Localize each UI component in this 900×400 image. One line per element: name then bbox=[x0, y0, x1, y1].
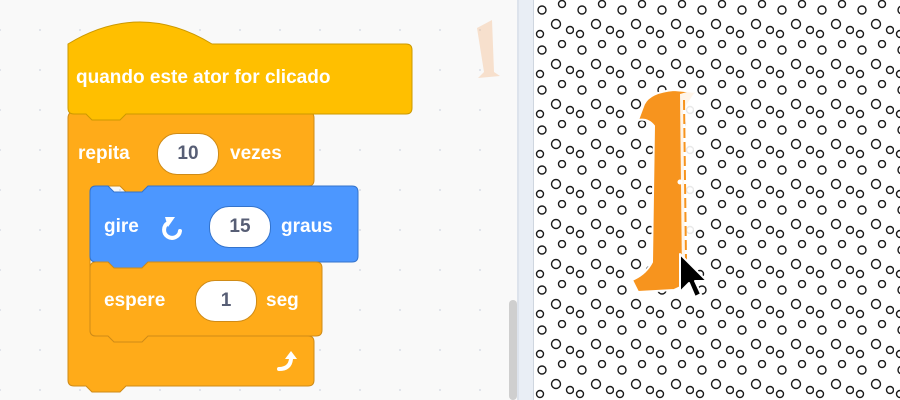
repeat-count-input[interactable]: 10 bbox=[157, 133, 219, 175]
wait-seconds-input[interactable]: 1 bbox=[195, 280, 257, 322]
stage[interactable] bbox=[534, 0, 900, 400]
repeat-block-suffix: vezes bbox=[230, 143, 282, 164]
pane-gap bbox=[519, 0, 534, 400]
wait-block-prefix: espere bbox=[104, 290, 166, 311]
wait-block-suffix: seg bbox=[266, 290, 299, 311]
turn-degrees-value: 15 bbox=[229, 216, 251, 237]
turn-degrees-input[interactable]: 15 bbox=[209, 206, 271, 248]
sprite-watermark bbox=[477, 20, 500, 78]
hat-block-label: quando este ator for clicado bbox=[76, 67, 331, 88]
wait-seconds-value: 1 bbox=[220, 290, 232, 311]
turn-block-suffix: graus bbox=[281, 216, 333, 237]
stage-backdrop-dots bbox=[534, 0, 900, 400]
turn-block-prefix: gire bbox=[104, 216, 139, 237]
script-stack[interactable] bbox=[0, 0, 520, 400]
repeat-block-prefix: repita bbox=[78, 143, 130, 164]
code-area-scrollbar[interactable] bbox=[509, 300, 517, 400]
repeat-count-value: 10 bbox=[177, 143, 199, 164]
